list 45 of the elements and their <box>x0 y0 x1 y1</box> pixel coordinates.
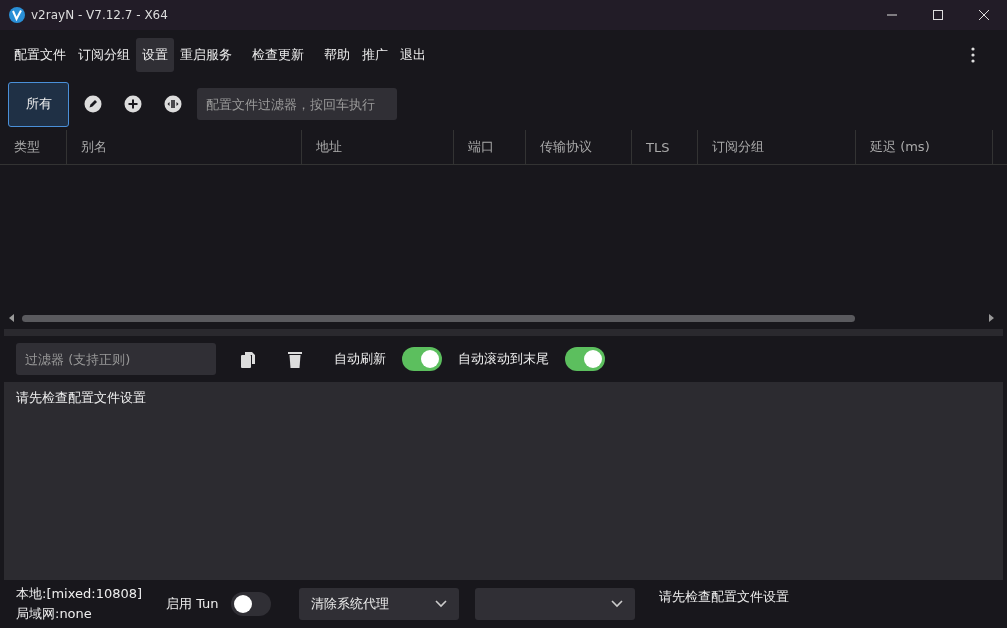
column-header[interactable]: 延迟 (ms) <box>870 138 930 156</box>
toggle-label: 自动刷新 <box>334 350 386 368</box>
caret-icon <box>434 600 447 608</box>
add-icon[interactable] <box>124 95 142 113</box>
menu-item[interactable]: 推广 <box>356 38 394 72</box>
column-header[interactable]: 别名 <box>81 138 107 156</box>
log-text: 请先检查配置文件设置 <box>16 390 146 405</box>
toggle-switch[interactable] <box>402 347 442 371</box>
window-title: v2rayN - V7.12.7 - X64 <box>31 8 168 22</box>
local-port-text: 本地:[mixed:10808] <box>16 585 144 603</box>
copy-icon[interactable] <box>240 350 256 368</box>
tun-label: 启用 Tun <box>166 595 219 613</box>
group-tab[interactable]: 所有 <box>8 81 69 127</box>
profile-filter-field[interactable]: 配置文件过滤器，按回车执行 <box>197 88 397 120</box>
column-header[interactable]: 传输协议 <box>540 138 592 156</box>
toggle-switch[interactable] <box>565 347 605 371</box>
app-logo-icon <box>9 7 25 23</box>
caret-icon <box>610 600 623 608</box>
menu-item[interactable]: 重启服务 <box>174 38 238 72</box>
column-header[interactable]: 订阅分组 <box>712 138 764 156</box>
column-header[interactable]: 类型 <box>14 138 40 156</box>
scrollbar-thumb[interactable] <box>21 314 856 322</box>
tun-switch[interactable] <box>230 592 271 616</box>
log-filter-field[interactable]: 过滤器 (支持正则) <box>16 343 216 375</box>
menu-item[interactable]: 配置文件 <box>8 38 72 72</box>
scroll-left-icon[interactable] <box>8 314 16 322</box>
menu-item[interactable]: 设置 <box>136 38 174 72</box>
menu-item[interactable]: 帮助 <box>318 38 356 72</box>
status-message: 请先检查配置文件设置 <box>658 588 789 606</box>
system-proxy-dropdown[interactable]: 清除系统代理 <box>298 588 459 620</box>
lan-text: 局域网:none <box>16 605 93 623</box>
close-icon <box>979 10 989 20</box>
menu-item[interactable]: 退出 <box>394 38 432 72</box>
delete-icon[interactable] <box>288 350 302 368</box>
column-header[interactable]: 端口 <box>468 138 494 156</box>
toggle-label: 自动滚动到末尾 <box>458 350 549 368</box>
column-header[interactable]: TLS <box>646 139 670 155</box>
edit-icon[interactable] <box>84 95 102 113</box>
column-header[interactable]: 地址 <box>316 138 342 156</box>
move-icon[interactable] <box>164 95 182 113</box>
menu-item[interactable]: 检查更新 <box>246 38 310 72</box>
more-icon[interactable] <box>971 47 975 63</box>
maximize-icon <box>933 10 943 20</box>
scroll-right-icon[interactable] <box>987 314 995 322</box>
menu-item[interactable]: 订阅分组 <box>72 38 136 72</box>
